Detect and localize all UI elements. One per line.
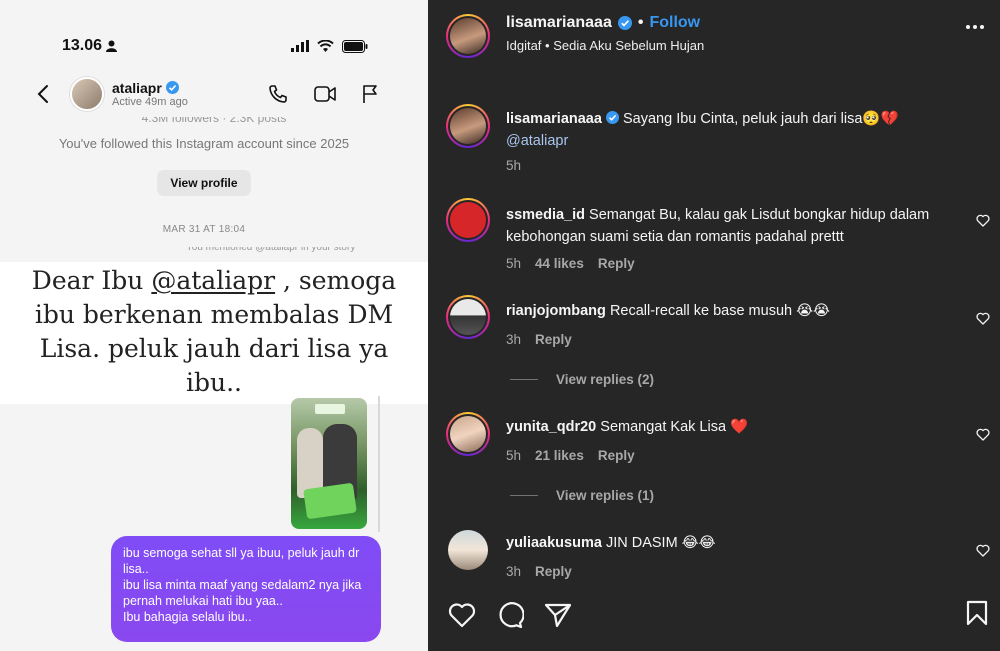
phone-icon[interactable] [268,84,288,104]
comment-text: yunita_qdr20 Semangat Kak Lisa ❤️ [506,416,950,438]
mention-notice: You mentioned @ataliapr in your story [186,247,356,253]
back-button[interactable] [36,84,64,104]
comment-avatar[interactable] [446,198,490,242]
comment-username[interactable]: lisamarianaaa [506,111,602,127]
like-heart-icon[interactable] [976,312,990,325]
status-time-text: 13.06 [62,37,103,54]
like-heart-icon[interactable] [976,544,990,557]
verified-badge-icon [605,111,619,124]
active-status: Active 49m ago [112,95,188,108]
dm-username: ataliapr [112,79,162,96]
person-icon [106,40,118,52]
comment-avatar[interactable] [448,530,488,570]
message-line: ibu semoga sehat sll ya ibuu, peluk jauh… [123,546,360,576]
chevron-left-icon [37,85,48,103]
comments-panel: lisamarianaaa • Follow Idgitaf • Sedia A… [428,0,1000,651]
comment-likes[interactable]: 44 likes [535,256,584,271]
reply-button[interactable]: Reply [598,448,635,463]
comment-mention[interactable]: @ataliapr [506,133,568,149]
view-replies-button[interactable]: View replies (2) [510,372,654,387]
reply-bar [378,396,380,532]
flag-icon[interactable] [362,84,378,104]
comment-icon[interactable] [496,601,524,629]
message-bubble[interactable]: ibu semoga sehat sll ya ibuu, peluk jauh… [111,536,381,642]
comment-body: Recall-recall ke base musuh 😭😭 [609,303,830,319]
verified-badge-icon [617,16,632,30]
avatar[interactable] [70,77,104,111]
comment-avatar[interactable] [446,104,490,148]
divider-line [510,379,538,380]
comment-text: lisamarianaaa Sayang Ibu Cinta, peluk ja… [506,108,950,152]
divider-line [510,495,538,496]
comment-meta: 5h 44 likes Reply [506,256,635,271]
story-thumbnail[interactable] [291,398,367,529]
comment-body: JIN DASIM 😂😂 [605,535,716,551]
thumbnail-logo [315,404,345,414]
comment-time: 5h [506,448,522,463]
video-call-icon[interactable] [314,85,336,103]
reply-button[interactable]: Reply [535,564,572,579]
comment-username[interactable]: yunita_qdr20 [506,419,596,435]
story-overlay-text: Dear Ibu @ataliapr , semoga ibu berkenan… [0,262,428,404]
comment-username[interactable]: ssmedia_id [506,207,585,223]
view-replies-button[interactable]: View replies (1) [510,488,654,503]
comment-text: yuliaakusuma JIN DASIM 😂😂 [506,532,950,554]
post-action-bar [448,599,988,631]
view-profile-button[interactable]: View profile [157,170,251,196]
reply-button[interactable]: Reply [598,256,635,271]
status-bar: 13.06 [62,36,368,56]
battery-icon [342,39,368,53]
post-header: lisamarianaaa • Follow Idgitaf • Sedia A… [506,14,704,53]
comment-meta: 5h 21 likes Reply [506,448,635,463]
comment-text: ssmedia_id Semangat Bu, kalau gak Lisdut… [506,204,950,248]
comment-username[interactable]: yuliaakusuma [506,535,602,551]
message-date: MAR 31 AT 18:04 [162,224,246,235]
message-line: Ibu bahagia selalu ibu.. [123,610,252,624]
comment-time: 3h [506,564,522,579]
comment-avatar[interactable] [446,412,490,456]
view-replies-label: View replies (2) [556,372,655,387]
bookmark-icon[interactable] [966,600,988,626]
post-author-avatar[interactable] [446,14,490,58]
message-line: ibu lisa minta maaf yang sedalam2 nya ji… [123,578,362,608]
like-heart-icon[interactable] [976,428,990,441]
verified-badge-icon [165,81,179,95]
view-replies-label: View replies (1) [556,488,655,503]
share-icon[interactable] [544,602,572,628]
status-time: 13.06 [62,37,118,55]
signal-icon [291,40,309,52]
follow-button[interactable]: Follow [649,14,700,32]
overlay-prefix: Dear Ibu [31,266,152,295]
comment-time: 3h [506,332,522,347]
comment-time: 5h [506,158,522,173]
dm-header: ataliapr Active 49m ago [36,76,378,112]
comment-body: Sayang Ibu Cinta, peluk jauh dari lisa🥺💔 [623,111,899,127]
dm-user-info[interactable]: ataliapr Active 49m ago [112,80,188,109]
reply-button[interactable]: Reply [535,332,572,347]
comment-likes[interactable]: 21 likes [535,448,584,463]
post-username[interactable]: lisamarianaaa [506,14,612,32]
more-options-icon[interactable] [966,25,984,29]
comment-meta: 3h Reply [506,564,572,579]
wifi-icon [317,40,334,52]
followed-since-text: You've followed this Instagram account s… [58,136,350,151]
followers-count: 4.3M followers · 2.3K posts [141,117,287,125]
dm-screenshot: 13.06 ataliapr Active 49m ago 4.3M follo… [0,0,428,651]
comment-text: rianjojombang Recall-recall ke base musu… [506,300,950,322]
like-heart-icon[interactable] [976,214,990,227]
post-music[interactable]: Idgitaf • Sedia Aku Sebelum Hujan [506,38,704,53]
comment-meta: 5h [506,158,521,173]
comment-time: 5h [506,256,522,271]
thumbnail-banner [303,482,357,520]
comment-body: Semangat Kak Lisa ❤️ [600,419,749,435]
heart-icon[interactable] [448,602,476,628]
comment-meta: 3h Reply [506,332,572,347]
comment-avatar[interactable] [446,295,490,339]
comment-username[interactable]: rianjojombang [506,303,606,319]
separator: • [637,14,644,31]
overlay-mention: @ataliapr [151,266,276,295]
